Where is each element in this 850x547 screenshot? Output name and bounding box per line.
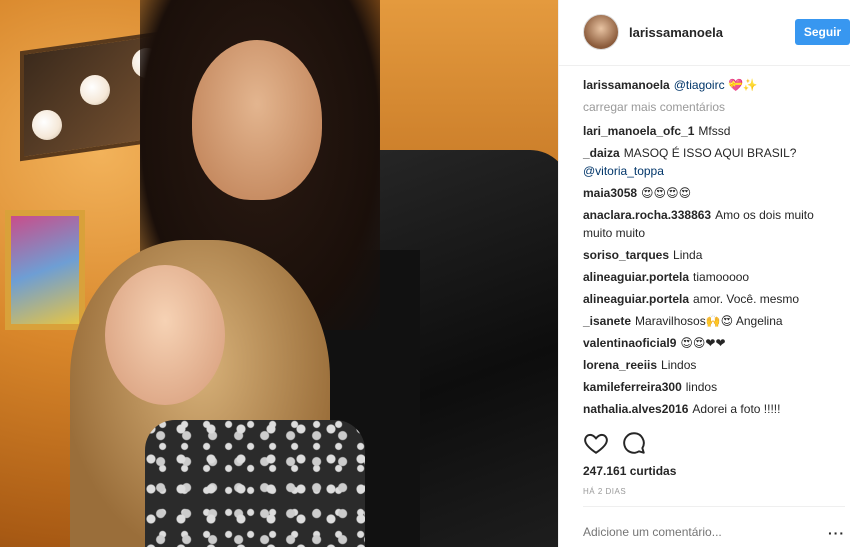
comment-icon[interactable] — [621, 430, 647, 456]
photo-bulb — [80, 75, 110, 105]
comment-username[interactable]: alineaguiar.portela — [583, 292, 689, 306]
avatar[interactable] — [583, 14, 619, 50]
photo-bulb — [32, 110, 62, 140]
comment-text: 😍😍❤❤ — [680, 336, 726, 350]
follow-button[interactable]: Seguir — [795, 19, 850, 45]
comment-item: alineaguiar.portela tiamooooo — [583, 268, 842, 286]
comment-username[interactable]: lorena_reeiis — [583, 358, 657, 372]
photo-girl-face — [105, 265, 225, 405]
post-header: larissamanoela Seguir — [559, 0, 850, 66]
comment-item: _daiza MASOQ É ISSO AQUI BRASIL? @vitoria_… — [583, 144, 842, 180]
comment-text: Lindos — [661, 358, 697, 372]
caption-emoji: 💝✨ — [727, 78, 758, 92]
more-options-icon[interactable]: ··· — [828, 525, 845, 541]
comment-item: lari_manoela_ofc_1 Mfssd — [583, 122, 842, 140]
comment-item: nathalia.alves2016 Adorei a foto !!!!! — [583, 400, 842, 418]
photo-man-face — [192, 40, 322, 200]
comment-text: Adorei a foto !!!!! — [692, 402, 781, 416]
comments-list: larissamanoela @tiagoirc 💝✨ carregar mais… — [583, 76, 842, 422]
caption-username[interactable]: larissamanoela — [583, 78, 670, 92]
comment-text: 😍😍😍😍 — [641, 186, 692, 200]
comment-item: kamileferreira300 lindos — [583, 378, 842, 396]
comment-text: Maravilhosos🙌😍 Angelina — [635, 314, 783, 328]
comment-text: Mfssd — [698, 124, 731, 138]
comment-username[interactable]: _daiza — [583, 146, 620, 160]
comment-text: tiamooooo — [693, 270, 750, 284]
post-sidebar: larissamanoela Seguir larissamanoela @tia… — [558, 0, 850, 547]
comment-text: lindos — [685, 380, 718, 394]
comment-username[interactable]: _isanete — [583, 314, 631, 328]
comment-item: _isanete Maravilhosos🙌😍 Angelina — [583, 312, 842, 330]
post-actions — [583, 430, 843, 460]
photo-girl-dress — [145, 420, 365, 547]
post-time[interactable]: HÁ 2 DIAS — [583, 487, 626, 496]
comment-item: lorena_reeiis Lindos — [583, 356, 842, 374]
comment-item: anaclara.rocha.338863 Amo os dois muito m… — [583, 206, 842, 242]
comment-text: amor. Você. mesmo — [693, 292, 800, 306]
comment-item: alineaguiar.portela amor. Você. mesmo — [583, 290, 842, 308]
post-photo[interactable] — [0, 0, 558, 547]
comment-item: valentinaoficial9 😍😍❤❤ — [583, 334, 842, 352]
caption-mention[interactable]: @tiagoirc — [674, 78, 725, 92]
load-more-comments[interactable]: carregar mais comentários — [583, 98, 842, 116]
comment-item: maia3058 😍😍😍😍 — [583, 184, 842, 202]
comment-username[interactable]: nathalia.alves2016 — [583, 402, 688, 416]
comment-text: MASOQ É ISSO AQUI BRASIL? — [623, 146, 797, 160]
comment-username[interactable]: anaclara.rocha.338863 — [583, 208, 711, 222]
add-comment-bar: ··· — [583, 506, 845, 547]
owner-username[interactable]: larissamanoela — [629, 25, 723, 40]
add-comment-input[interactable] — [583, 525, 813, 539]
likes-count[interactable]: 247.161 curtidas — [583, 464, 676, 478]
caption: larissamanoela @tiagoirc 💝✨ — [583, 76, 842, 94]
instagram-post: larissamanoela Seguir larissamanoela @tia… — [0, 0, 850, 547]
heart-icon[interactable] — [583, 430, 609, 456]
comment-item: soriso_tarques Linda — [583, 246, 842, 264]
comment-username[interactable]: alineaguiar.portela — [583, 270, 689, 284]
photo-picture-frame — [5, 210, 85, 330]
comment-username[interactable]: maia3058 — [583, 186, 637, 200]
comment-username[interactable]: kamileferreira300 — [583, 380, 682, 394]
comment-mention[interactable]: @vitoria_toppa — [583, 164, 664, 178]
comment-text: Linda — [673, 248, 703, 262]
comment-username[interactable]: soriso_tarques — [583, 248, 669, 262]
comment-username[interactable]: valentinaoficial9 — [583, 336, 676, 350]
comment-username[interactable]: lari_manoela_ofc_1 — [583, 124, 694, 138]
